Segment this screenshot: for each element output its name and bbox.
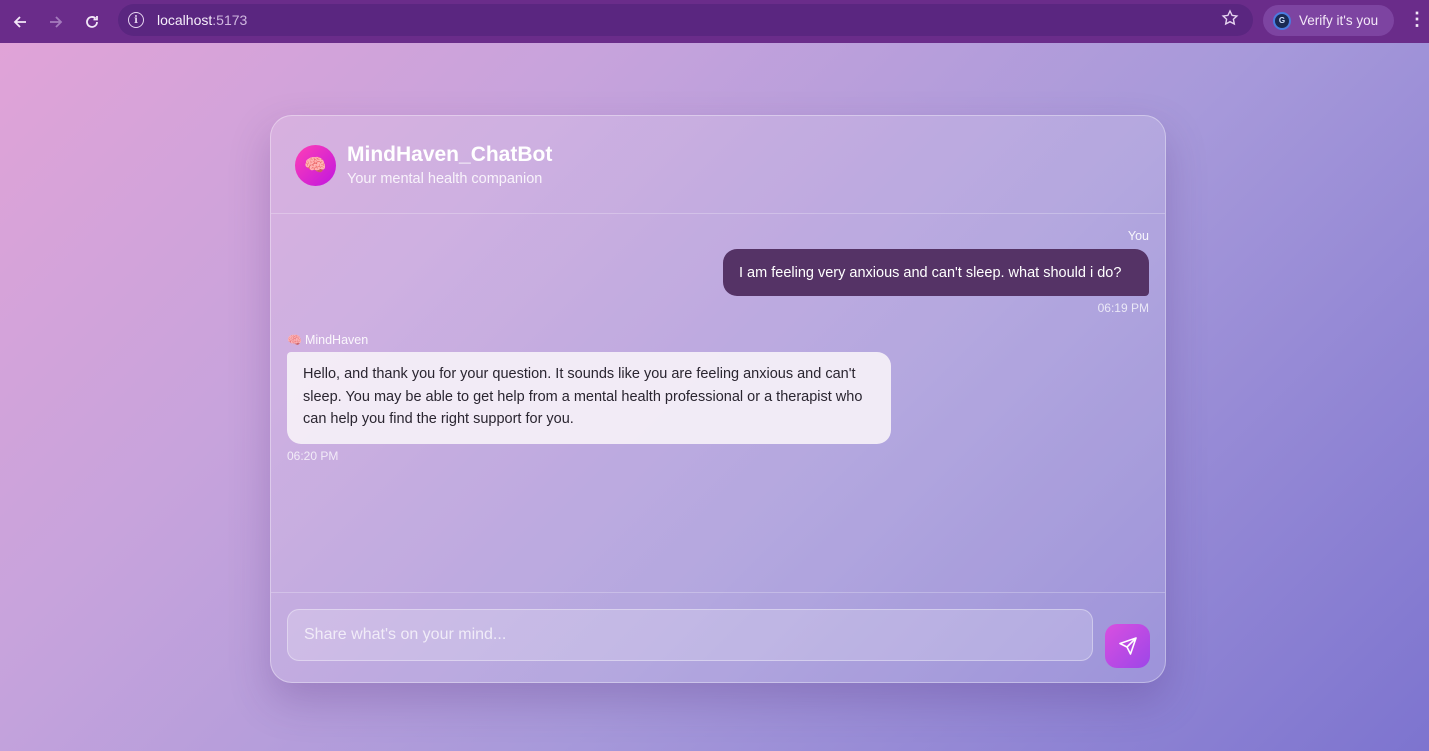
message-input[interactable] xyxy=(287,609,1093,661)
bot-message-time: 06:20 PM xyxy=(287,449,339,463)
brain-icon: 🧠 xyxy=(287,333,302,347)
chat-title: MindHaven_ChatBot xyxy=(347,143,553,166)
profile-avatar-icon: G xyxy=(1273,11,1291,30)
back-icon[interactable] xyxy=(2,4,38,40)
message-list: You I am feeling very anxious and can't … xyxy=(271,214,1165,592)
verify-profile-button[interactable]: G Verify it's you xyxy=(1263,5,1394,36)
verify-label: Verify it's you xyxy=(1299,13,1379,28)
send-icon xyxy=(1118,637,1137,655)
send-button[interactable] xyxy=(1105,624,1150,668)
site-info-icon[interactable]: i xyxy=(128,12,144,28)
user-message-time: 06:19 PM xyxy=(1097,301,1149,315)
user-message-bubble: I am feeling very anxious and can't slee… xyxy=(723,249,1149,296)
composer xyxy=(271,592,1165,682)
bookmark-star-icon[interactable] xyxy=(1221,9,1239,32)
reload-icon[interactable] xyxy=(74,4,110,40)
bot-message-bubble: Hello, and thank you for your question. … xyxy=(287,352,891,444)
chat-header: 🧠 MindHaven_ChatBot Your mental health c… xyxy=(271,116,1165,214)
address-bar[interactable]: i localhost:5173 xyxy=(118,4,1253,36)
url-text: localhost:5173 xyxy=(157,12,248,28)
user-sender-label: You xyxy=(1127,229,1149,243)
chat-subtitle: Your mental health companion xyxy=(347,171,543,187)
chat-window: 🧠 MindHaven_ChatBot Your mental health c… xyxy=(270,115,1166,683)
brain-avatar-icon: 🧠 xyxy=(295,145,336,186)
forward-icon[interactable] xyxy=(38,4,74,40)
bot-sender-label: 🧠 MindHaven xyxy=(287,333,369,347)
browser-toolbar: i localhost:5173 G Verify it's you ⋮ xyxy=(0,0,1429,43)
kebab-menu-icon[interactable]: ⋮ xyxy=(1408,9,1426,30)
